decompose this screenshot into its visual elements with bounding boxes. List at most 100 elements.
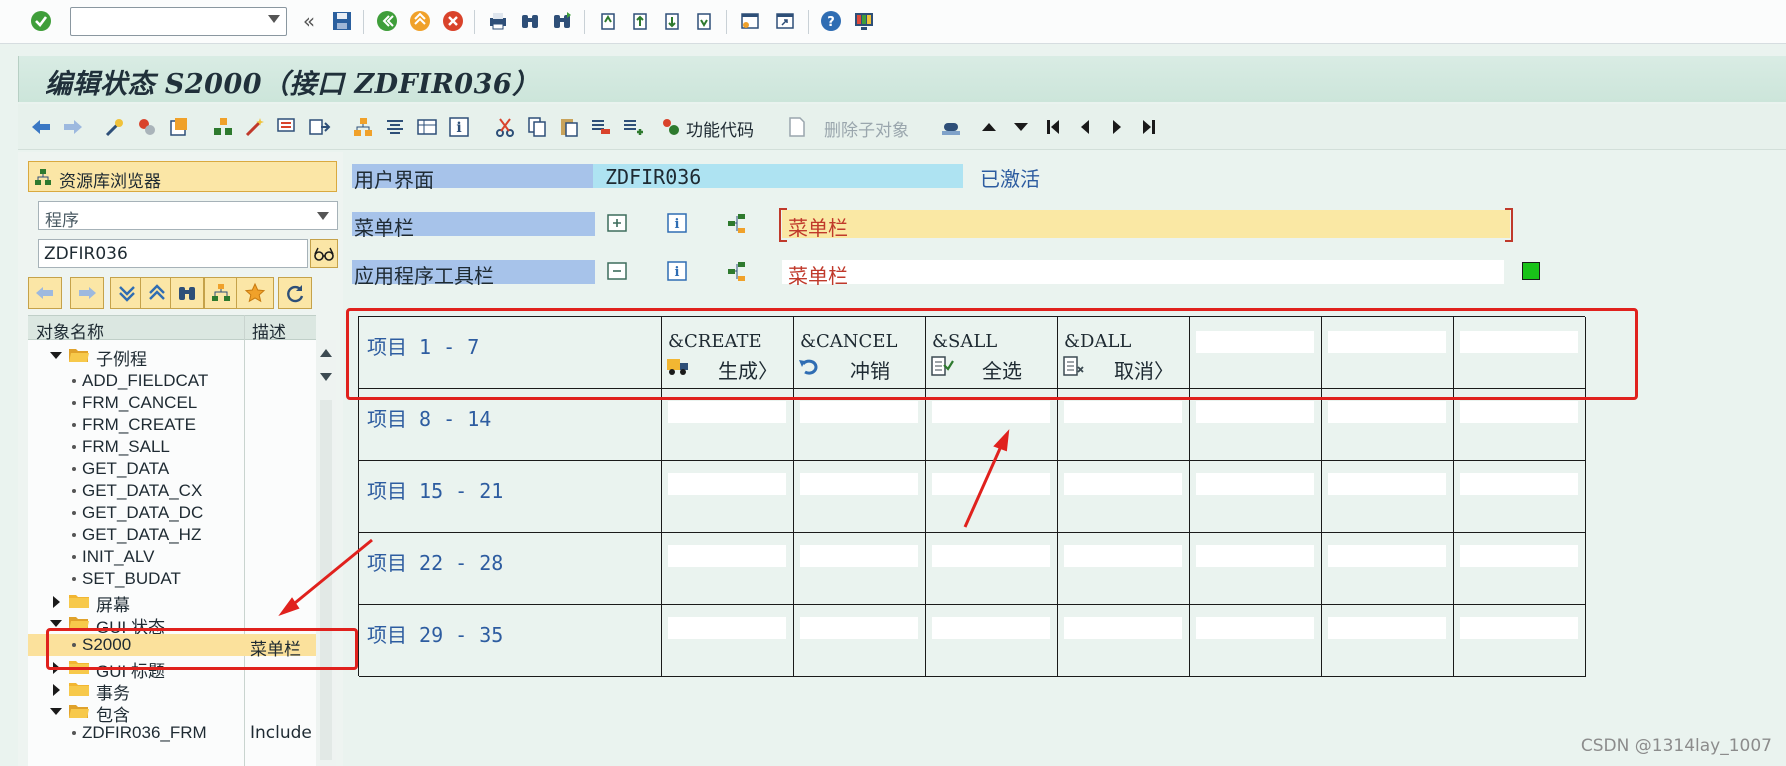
collapsed-arrow-icon[interactable] xyxy=(53,684,60,696)
object-type-select[interactable]: 程序 xyxy=(38,201,338,231)
tree-item[interactable]: ADD_FIELDCAT xyxy=(28,370,316,392)
function-input[interactable] xyxy=(1196,545,1314,567)
function-input[interactable] xyxy=(1460,545,1578,567)
nav-hierarchy-button[interactable] xyxy=(204,277,238,309)
function-input[interactable] xyxy=(1328,617,1446,639)
info-icon[interactable]: i xyxy=(446,114,472,140)
function-input[interactable] xyxy=(1196,401,1314,423)
tree-folder[interactable]: 屏幕 xyxy=(28,590,316,615)
empty-function-slot[interactable] xyxy=(1454,461,1586,533)
arrow-left-icon[interactable] xyxy=(28,114,54,140)
find-icon[interactable] xyxy=(517,9,543,33)
function-input[interactable] xyxy=(1064,473,1182,495)
toolbar-hierarchy-icon[interactable] xyxy=(726,260,748,282)
tree-item[interactable]: GET_DATA xyxy=(28,458,316,480)
expand-menu-icon[interactable] xyxy=(606,212,628,234)
function-input[interactable] xyxy=(1064,401,1182,423)
function-code-icon[interactable] xyxy=(658,114,684,140)
table-view-icon[interactable] xyxy=(414,114,440,140)
function-input[interactable] xyxy=(668,617,786,639)
empty-function-slot[interactable] xyxy=(1454,605,1586,677)
empty-function-slot[interactable] xyxy=(1322,605,1454,677)
menubar-info-icon[interactable]: i xyxy=(666,212,688,234)
tree-item[interactable]: FRM_CANCEL xyxy=(28,392,316,414)
function-input[interactable] xyxy=(668,545,786,567)
find-next-icon[interactable] xyxy=(549,9,575,33)
enter-check-icon[interactable] xyxy=(28,9,54,33)
command-field[interactable] xyxy=(70,7,287,36)
expanded-arrow-icon[interactable] xyxy=(50,352,62,359)
empty-function-slot[interactable] xyxy=(794,461,926,533)
empty-function-slot[interactable] xyxy=(1058,605,1190,677)
function-input[interactable] xyxy=(668,473,786,495)
document-icon[interactable] xyxy=(784,114,810,140)
new-session-icon[interactable] xyxy=(737,9,763,33)
function-input[interactable] xyxy=(668,401,786,423)
function-input[interactable] xyxy=(800,617,918,639)
empty-function-slot[interactable] xyxy=(1322,461,1454,533)
nav-back-button[interactable] xyxy=(28,277,62,309)
tree-item[interactable]: INIT_ALV xyxy=(28,546,316,568)
function-input[interactable] xyxy=(932,473,1050,495)
insert-row-icon[interactable] xyxy=(620,114,646,140)
toolbar-info-icon[interactable]: i xyxy=(666,260,688,282)
function-input[interactable] xyxy=(1460,617,1578,639)
next-page-icon[interactable] xyxy=(659,9,685,33)
scroll-down-icon[interactable] xyxy=(319,372,333,382)
function-input[interactable] xyxy=(800,401,918,423)
function-input[interactable] xyxy=(1064,617,1182,639)
display-object-icon[interactable] xyxy=(274,114,300,140)
application-toolbar-field[interactable]: 菜单栏 xyxy=(782,260,1504,288)
other-object-icon[interactable] xyxy=(102,114,128,140)
empty-function-slot[interactable] xyxy=(662,461,794,533)
function-input[interactable] xyxy=(1328,545,1446,567)
stamp-icon[interactable] xyxy=(938,114,964,140)
tree-item[interactable]: ZDFIR036_FRM Include xyxy=(28,722,316,744)
tree-scrollbar[interactable] xyxy=(316,340,336,766)
nav-forward-button[interactable] xyxy=(70,277,104,309)
menubar-hierarchy-icon[interactable] xyxy=(726,212,748,234)
tree-folder[interactable]: 包含 xyxy=(28,700,316,725)
object-name-input[interactable]: ZDFIR036 xyxy=(38,239,308,268)
first-page-icon[interactable] xyxy=(595,9,621,33)
empty-function-slot[interactable] xyxy=(1322,533,1454,605)
function-code-label[interactable]: 功能代码 xyxy=(686,116,754,141)
scroll-track[interactable] xyxy=(320,400,332,760)
repository-browser-button[interactable]: 资源库浏览器 xyxy=(28,161,337,192)
tree-item[interactable]: GET_DATA_DC xyxy=(28,502,316,524)
expanded-arrow-icon[interactable] xyxy=(50,708,62,715)
move-down-icon[interactable] xyxy=(1008,114,1034,140)
function-input[interactable] xyxy=(1328,473,1446,495)
function-input[interactable] xyxy=(1196,617,1314,639)
last-page-icon[interactable] xyxy=(691,9,717,33)
chevron-down-icon[interactable] xyxy=(317,212,329,220)
function-input[interactable] xyxy=(1196,473,1314,495)
shortcut-icon[interactable] xyxy=(772,9,798,33)
function-input[interactable] xyxy=(1460,473,1578,495)
exit-icon[interactable] xyxy=(407,9,433,33)
function-input[interactable] xyxy=(1064,545,1182,567)
activate-icon[interactable] xyxy=(166,114,192,140)
customize-layout-icon[interactable] xyxy=(851,9,877,33)
empty-function-slot[interactable] xyxy=(1190,461,1322,533)
empty-function-slot[interactable] xyxy=(1190,605,1322,677)
collapse-icon[interactable]: « xyxy=(296,9,322,33)
align-icon[interactable] xyxy=(382,114,408,140)
empty-function-slot[interactable] xyxy=(662,533,794,605)
paste-icon[interactable] xyxy=(556,114,582,140)
nav-favorites-button[interactable] xyxy=(236,277,274,309)
previous-page-icon[interactable] xyxy=(627,9,653,33)
hierarchy-icon[interactable] xyxy=(350,114,376,140)
cancel-icon[interactable] xyxy=(440,9,466,33)
first-icon[interactable] xyxy=(1040,114,1066,140)
tree-item[interactable]: FRM_CREATE xyxy=(28,414,316,436)
last-icon[interactable] xyxy=(1136,114,1162,140)
tree-item[interactable]: FRM_SALL xyxy=(28,436,316,458)
save-icon[interactable] xyxy=(329,9,355,33)
tree-item[interactable]: GET_DATA_CX xyxy=(28,480,316,502)
nav-refresh-button[interactable] xyxy=(278,277,312,309)
check-object-icon[interactable] xyxy=(134,114,160,140)
transport-icon[interactable] xyxy=(306,114,332,140)
tree-item[interactable]: GET_DATA_HZ xyxy=(28,524,316,546)
copy-icon[interactable] xyxy=(524,114,550,140)
